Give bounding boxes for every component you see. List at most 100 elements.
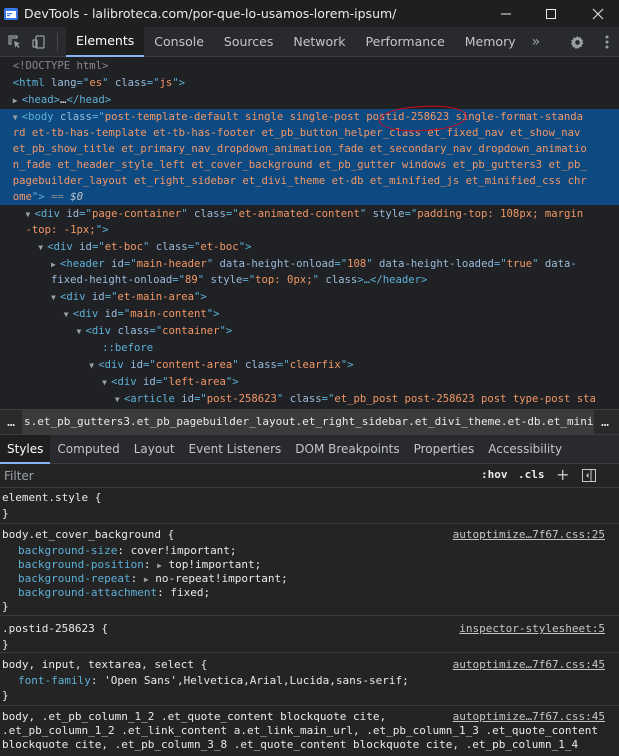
tab-dom-breakpoints[interactable]: DOM Breakpoints [288, 435, 406, 464]
new-style-rule-button[interactable]: + [556, 465, 569, 484]
rule-source-link[interactable]: autoptimize…7f67.css:25 [453, 528, 605, 542]
toggle-sidebar-icon[interactable] [582, 469, 596, 482]
tab-layout[interactable]: Layout [127, 435, 182, 464]
div-tag: <div [34, 208, 61, 220]
breadcrumb-scroll-left[interactable]: … [0, 415, 22, 430]
tab-elements[interactable]: Elements [66, 26, 145, 57]
dom-node-main-header[interactable]: ▶ <header id="main-header" data-height-on… [0, 256, 619, 272]
hover-state-button[interactable]: :hov [481, 468, 508, 481]
html-class-value: js [159, 77, 173, 89]
rule-source-link[interactable]: autoptimize…7f67.css:45 [453, 710, 605, 724]
expand-triangle-icon[interactable]: ▶ [144, 575, 149, 584]
dom-node-article[interactable]: ▼ <article id="post-258623" class="et_pb_… [0, 391, 619, 407]
tab-computed[interactable]: Computed [50, 435, 126, 464]
data-attr: data- [544, 258, 577, 270]
id-attr: id [72, 241, 92, 253]
html-lang-value: es [89, 77, 103, 89]
dom-node-body-selected[interactable]: ▼ <body class="post-template-default sing… [0, 109, 619, 125]
tab-styles[interactable]: Styles [0, 434, 51, 464]
style-property[interactable]: font-family: 'Open Sans',Helvetica,Arial… [18, 674, 409, 688]
collapse-triangle-icon[interactable]: ▼ [26, 207, 35, 223]
dom-node-page-container[interactable]: ▼ <div id="page-container" class="et-anim… [0, 206, 619, 222]
class-attr: class [194, 208, 226, 220]
rule-selector[interactable]: body, input, textarea, select { [2, 658, 207, 672]
dom-node-body-cont-5[interactable]: ome"> == $0 [0, 189, 619, 205]
dom-node-before[interactable]: ::before [0, 340, 619, 356]
collapse-triangle-icon[interactable]: ▼ [13, 110, 22, 126]
dom-node-content-area[interactable]: ▼ <div id="content-area" class="clearfix"… [0, 357, 619, 373]
class-attr: class [318, 274, 358, 286]
collapse-triangle-icon[interactable]: ▼ [77, 324, 86, 340]
dom-node-html[interactable]: <html lang="es" class="js"> [0, 75, 619, 91]
kebab-menu-icon [605, 35, 609, 49]
expand-triangle-icon[interactable]: ▶ [13, 93, 22, 109]
style-property[interactable]: background-position: ▶ top!important; [18, 558, 261, 572]
collapse-triangle-icon[interactable]: ▼ [51, 290, 60, 306]
inspect-element-button[interactable] [3, 27, 27, 57]
expand-triangle-icon[interactable]: ▶ [157, 561, 162, 570]
more-tabs-button[interactable]: » [526, 34, 547, 50]
collapse-triangle-icon[interactable]: ▼ [64, 307, 73, 323]
dom-node-body-cont-2[interactable]: et_pb_show_title et_primary_nav_dropdown… [0, 141, 619, 157]
collapse-triangle-icon[interactable]: ▼ [102, 375, 111, 391]
maximize-button[interactable] [528, 0, 574, 27]
body-class-value-6: pagebuilder_layout et_right_sidebar et_d… [12, 175, 587, 187]
rule-selector-cont[interactable]: blockquote cite, .et_pb_column_3_8 .et_q… [2, 738, 578, 752]
customize-menu-button[interactable] [597, 27, 617, 57]
dom-node-main-header-cont[interactable]: fixed-height-onload="89" style="top: 0px… [0, 272, 619, 288]
class-value: container [162, 325, 220, 337]
tab-memory[interactable]: Memory [455, 27, 526, 57]
tab-event-listeners[interactable]: Event Listeners [182, 435, 289, 464]
id-value: et-main-area [117, 291, 194, 303]
rule-selector[interactable]: body, .et_pb_column_1_2 .et_quote_conten… [2, 710, 386, 724]
style-property[interactable]: background-attachment: fixed; [18, 586, 210, 600]
class-toggle-button[interactable]: .cls [518, 468, 545, 481]
rule-source-link[interactable]: autoptimize…7f67.css:45 [453, 658, 605, 672]
id-value: page-container [91, 208, 182, 220]
close-button[interactable] [575, 0, 619, 27]
rule-selector[interactable]: element.style { [2, 491, 101, 505]
style-property[interactable]: background-repeat: ▶ no-repeat!important… [18, 572, 288, 586]
expand-triangle-icon[interactable]: ▶ [51, 257, 60, 273]
data-value: true [506, 258, 533, 270]
tab-console[interactable]: Console [144, 27, 214, 57]
breadcrumb-item-body[interactable]: s.et_pb_gutters3.et_pb_pagebuilder_layou… [22, 410, 594, 434]
breadcrumb-scroll-right[interactable]: … [594, 415, 616, 430]
style-property[interactable]: background-size: cover!important; [18, 544, 237, 558]
device-toolbar-button[interactable] [27, 27, 51, 57]
dom-node-head[interactable]: ▶ <head>…</head> [0, 92, 619, 108]
dom-node-page-container-cont[interactable]: -top: -1px;"> [0, 222, 619, 238]
tab-accessibility[interactable]: Accessibility [481, 435, 569, 464]
close-icon [592, 8, 604, 19]
dom-node-doctype[interactable]: <!DOCTYPE html> [0, 58, 619, 74]
rule-source-link[interactable]: inspector-stylesheet:5 [459, 622, 605, 636]
dom-node-body-cont-3[interactable]: n_fade et_header_style_left et_cover_bac… [0, 157, 619, 173]
dom-node-et-boc[interactable]: ▼ <div id="et-boc" class="et-boc"> [0, 239, 619, 255]
property-value: 'Open Sans',Helvetica,Arial,Lucida,sans-… [104, 674, 409, 687]
collapse-triangle-icon[interactable]: ▼ [89, 358, 98, 374]
dom-node-main-content[interactable]: ▼ <div id="main-content"> [0, 306, 619, 322]
settings-button[interactable] [566, 27, 588, 57]
html-eq2: =" [146, 77, 160, 89]
body-class-value-5: n_fade et_header_style_left et_cover_bac… [12, 159, 587, 171]
dom-node-main-area[interactable]: ▼ <div id="et-main-area"> [0, 289, 619, 305]
dom-node-left-area[interactable]: ▼ <div id="left-area"> [0, 374, 619, 390]
rule-selector[interactable]: body.et_cover_background { [2, 528, 174, 542]
rule-close: } [2, 689, 9, 702]
tab-network[interactable]: Network [283, 27, 355, 57]
class-value: et-animated-content [238, 208, 360, 220]
tab-properties[interactable]: Properties [407, 435, 482, 464]
collapse-triangle-icon[interactable]: ▼ [38, 240, 47, 256]
dom-node-container[interactable]: ▼ <div class="container"> [0, 323, 619, 339]
tab-sources[interactable]: Sources [214, 27, 283, 57]
dom-node-body-cont-1[interactable]: rd et-tb-has-template et-tb-has-footer e… [0, 125, 619, 141]
filter-input[interactable]: Filter [4, 469, 34, 483]
collapse-triangle-icon[interactable]: ▼ [115, 392, 124, 408]
minimize-button[interactable] [483, 0, 529, 27]
rule-selector-cont[interactable]: .et_pb_column_1_2 .et_link_content a.et_… [2, 724, 598, 738]
html-tag: <html [12, 77, 45, 89]
dom-node-body-cont-4[interactable]: pagebuilder_layout et_right_sidebar et_d… [0, 173, 619, 189]
property-name: background-attachment [18, 586, 158, 599]
tab-performance[interactable]: Performance [356, 27, 455, 57]
rule-selector[interactable]: .postid-258623 { [2, 622, 108, 636]
